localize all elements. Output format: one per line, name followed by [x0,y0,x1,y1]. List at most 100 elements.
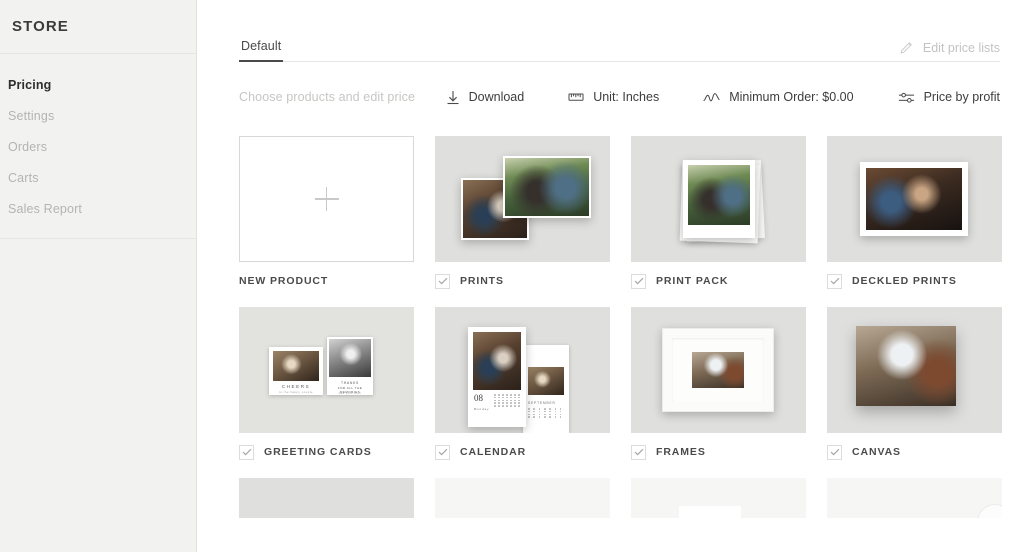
product-label: CALENDAR [460,446,527,458]
pricing-toolbar: Choose products and edit price Download [239,84,1000,110]
unit-button[interactable]: Unit: Inches [568,90,659,104]
row3-thumbnail-4[interactable] [827,478,1002,518]
frames-thumbnail[interactable] [631,307,806,433]
curve-icon [703,91,720,104]
greeting-cards-thumbnail[interactable]: THANKS FOR ALL THE MEMORIES see you soon… [239,307,414,433]
product-grid-row3 [239,478,1002,518]
calendar-weekday-label: Monday [474,407,490,411]
greeting-card-back-line1: THANKS [341,381,359,385]
row3-thumbnail-1[interactable] [239,478,414,518]
row3-thumbnail-3[interactable] [631,478,806,518]
plus-icon [314,187,339,211]
new-product-label: NEW PRODUCT [239,275,329,287]
sidebar-item-carts[interactable]: Carts [0,162,196,193]
product-label: PRINTS [460,275,504,287]
product-checkbox-calendar[interactable] [435,444,450,460]
product-card-row3-3 [631,478,806,518]
sidebar-item-orders[interactable]: Orders [0,131,196,162]
frame-photo [692,352,744,388]
toolbar-actions: Download Unit: Inches Minimum Order: $0.… [446,90,1000,105]
product-checkbox-canvas[interactable] [827,444,842,460]
product-card-row3-4 [827,478,1002,518]
minimum-order-label: Minimum Order: $0.00 [729,90,854,104]
product-checkbox-greeting-cards[interactable] [239,444,254,460]
product-caption: CANVAS [827,444,1002,460]
product-card-row3-1 [239,478,414,518]
product-card-greeting-cards: THANKS FOR ALL THE MEMORIES see you soon… [239,307,414,460]
download-button[interactable]: Download [446,90,525,105]
greeting-card-back-photo [329,339,371,377]
product-label: GREETING CARDS [264,446,372,458]
price-list-tabbar: Default Edit price lists [239,28,1000,62]
product-caption: PRINTS [435,273,610,289]
sliders-icon [898,91,915,104]
price-by-profit-button[interactable]: Price by profit [898,90,1000,104]
print-pack-sheet-front [683,160,755,238]
greeting-card-front-title: CHEERS [281,384,311,389]
brand-title: STORE [12,18,69,35]
greeting-card-front-photo [273,351,319,381]
toolbar-hint: Choose products and edit price [239,90,416,104]
print-pack-thumbnail[interactable] [631,136,806,262]
sidebar: STORE Pricing Settings Orders Carts Sale… [0,0,197,552]
row3-thumbnail-2[interactable] [435,478,610,518]
sidebar-item-label: Carts [8,170,39,185]
sidebar-item-sales-report[interactable]: Sales Report [0,193,196,224]
check-icon [438,448,447,456]
calendar-front-grid [494,394,521,407]
greeting-card-front-sub: to the happy couple [279,389,313,394]
deckled-paper [860,162,968,236]
canvas-photo [856,326,956,406]
check-icon [634,448,643,456]
product-card-new: NEW PRODUCT [239,136,414,289]
row3-circle-3 [977,504,1002,518]
calendar-back-grid [528,408,564,418]
tab-label: Default [241,39,282,53]
prints-thumbnail[interactable] [435,136,610,262]
deckled-photo [866,168,962,230]
minimum-order-button[interactable]: Minimum Order: $0.00 [703,90,854,104]
calendar-thumbnail[interactable]: SEPTEMBER 08 Monday [435,307,610,433]
tab-default[interactable]: Default [239,39,284,62]
product-grid: NEW PRODUCT PRINTS PRINT PACK DECKLED PR… [239,136,1002,460]
frame-mat [672,338,764,402]
product-card-frames: FRAMES [631,307,806,460]
product-checkbox-frames[interactable] [631,444,646,460]
ruler-icon [568,91,584,103]
tab-strip: Default [239,28,284,62]
product-checkbox-print-pack[interactable] [631,273,646,289]
product-label: FRAMES [656,446,706,458]
edit-price-lists-label: Edit price lists [922,40,1000,55]
product-label: CANVAS [852,446,901,458]
product-checkbox-deckled-prints[interactable] [827,273,842,289]
greeting-card-back-sub: see you soon [338,390,362,395]
print-pack-photo [688,165,750,225]
calendar-back-month: SEPTEMBER [528,401,556,405]
sidebar-item-label: Pricing [8,77,52,92]
check-icon [242,448,251,456]
download-label: Download [468,90,525,104]
sidebar-header: STORE [0,0,196,54]
product-caption: GREETING CARDS [239,444,414,460]
sidebar-item-pricing[interactable]: Pricing [0,69,196,100]
calendar-month-number: 08 [474,393,483,403]
print-photo-large [503,156,591,218]
picture-frame [662,328,774,412]
product-checkbox-prints[interactable] [435,273,450,289]
price-by-profit-label: Price by profit [923,90,1000,104]
sidebar-item-label: Sales Report [8,201,83,216]
product-card-calendar: SEPTEMBER 08 Monday CALENDAR [435,307,610,460]
edit-price-lists-button[interactable]: Edit price lists [899,40,1000,61]
sidebar-item-label: Settings [8,108,55,123]
greeting-card-front: CHEERS to the happy couple [269,347,323,395]
calendar-page-front: 08 Monday [468,327,526,427]
product-card-canvas: CANVAS [827,307,1002,460]
product-caption: DECKLED PRINTS [827,273,1002,289]
check-icon [634,277,643,285]
product-card-row3-2 [435,478,610,518]
deckled-prints-thumbnail[interactable] [827,136,1002,262]
new-product-thumbnail[interactable] [239,136,414,262]
sidebar-item-settings[interactable]: Settings [0,100,196,131]
product-label: PRINT PACK [656,275,729,287]
canvas-thumbnail[interactable] [827,307,1002,433]
